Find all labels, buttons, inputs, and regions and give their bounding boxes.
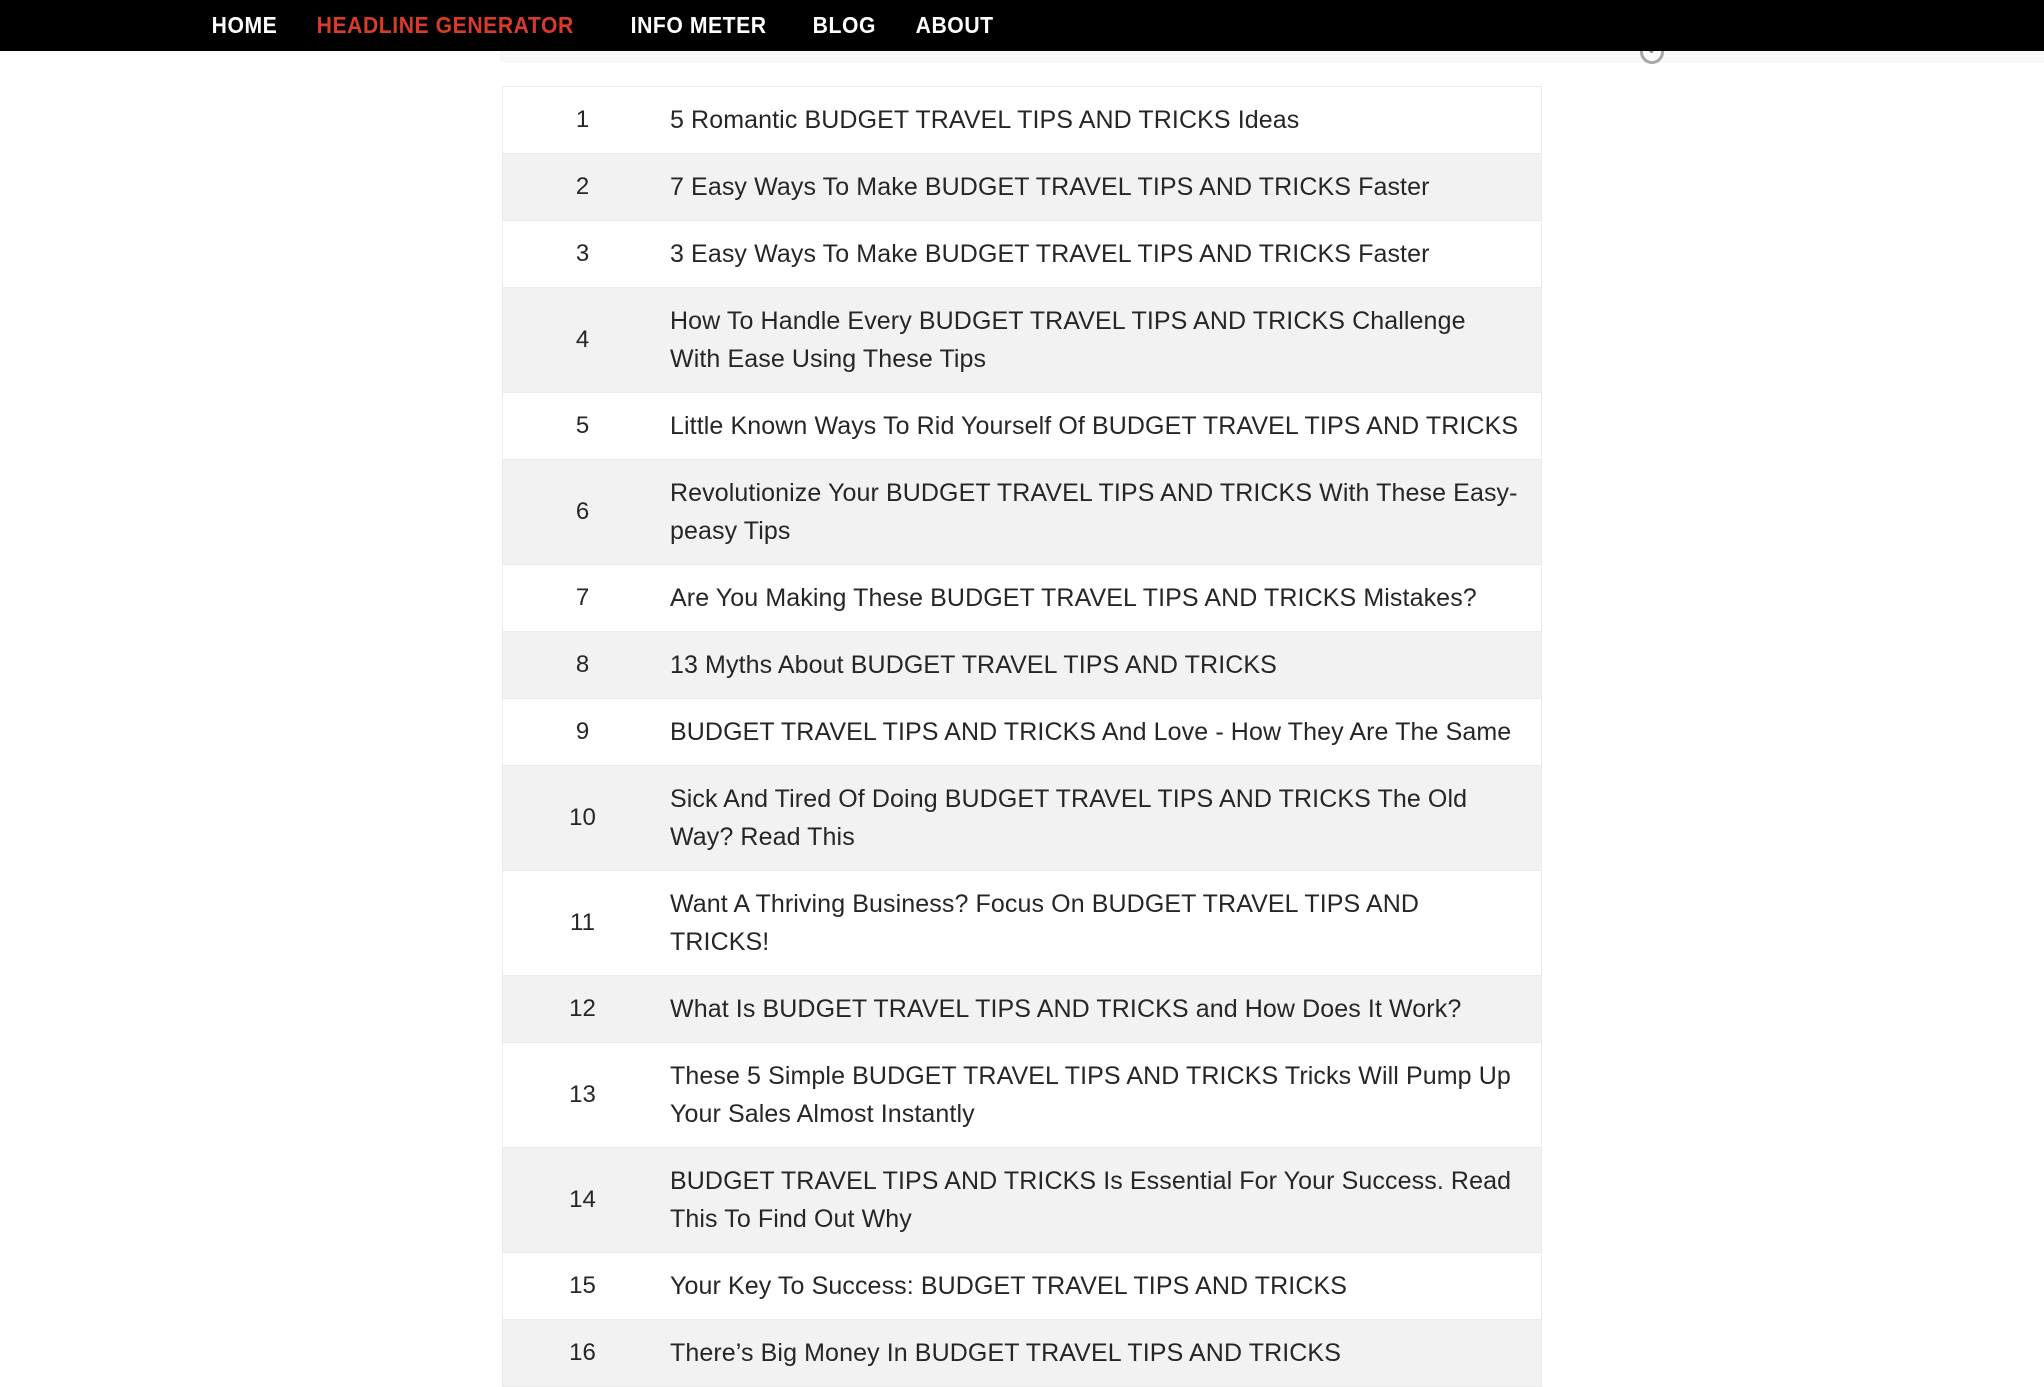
nav-list-item: ABOUT — [900, 0, 1019, 51]
headline-text[interactable]: BUDGET TRAVEL TIPS AND TRICKS Is Essenti… — [662, 1148, 1541, 1252]
headline-text[interactable]: These 5 Simple BUDGET TRAVEL TIPS AND TR… — [662, 1043, 1541, 1147]
nav-list: HOME HEADLINE GENERATOR INFO METER BLOG ABOU… — [196, 0, 1018, 51]
row-index: 1 — [575, 106, 590, 133]
headline-text[interactable]: There’s Big Money In BUDGET TRAVEL TIPS … — [662, 1320, 1541, 1386]
table-row[interactable]: 14 BUDGET TRAVEL TIPS AND TRICKS Is Essen… — [503, 1148, 1541, 1253]
table-row[interactable]: 9 BUDGET TRAVEL TIPS AND TRICKS And Love … — [503, 699, 1541, 766]
table-row[interactable]: 3 3 Easy Ways To Make BUDGET TRAVEL TIPS … — [503, 221, 1541, 288]
table-row[interactable]: 5 Little Known Ways To Rid Yourself Of BU… — [503, 393, 1541, 460]
nav-item-home[interactable]: HOME — [196, 0, 293, 51]
headline-results-table: 1 5 Romantic BUDGET TRAVEL TIPS AND TRICK… — [502, 86, 1542, 1387]
nav-list-item: BLOG — [797, 0, 900, 51]
headline-text[interactable]: Sick And Tired Of Doing BUDGET TRAVEL TI… — [662, 766, 1541, 870]
table-row[interactable]: 10 Sick And Tired Of Doing BUDGET TRAVEL … — [503, 766, 1541, 871]
table-row[interactable]: 8 13 Myths About BUDGET TRAVEL TIPS AND T… — [503, 632, 1541, 699]
nav-list-item: HEADLINE GENERATOR — [301, 0, 615, 51]
table-row[interactable]: 7 Are You Making These BUDGET TRAVEL TIPS… — [503, 565, 1541, 632]
table-row[interactable]: 13 These 5 Simple BUDGET TRAVEL TIPS AND … — [503, 1043, 1541, 1148]
table-row[interactable]: 15 Your Key To Success: BUDGET TRAVEL TIP… — [503, 1253, 1541, 1320]
nav-item-info-meter[interactable]: INFO METER — [615, 0, 782, 51]
table-row[interactable]: 1 5 Romantic BUDGET TRAVEL TIPS AND TRICK… — [503, 87, 1541, 154]
row-index: 4 — [575, 326, 590, 353]
row-index: 10 — [569, 804, 596, 831]
table-row[interactable]: 4 How To Handle Every BUDGET TRAVEL TIPS … — [503, 288, 1541, 393]
row-index: 2 — [575, 173, 590, 200]
headline-text[interactable]: BUDGET TRAVEL TIPS AND TRICKS And Love -… — [662, 699, 1541, 765]
table-row[interactable]: 2 7 Easy Ways To Make BUDGET TRAVEL TIPS … — [503, 154, 1541, 221]
headline-text[interactable]: 7 Easy Ways To Make BUDGET TRAVEL TIPS A… — [662, 154, 1541, 220]
nav-list-item: INFO METER — [615, 0, 797, 51]
row-index: 12 — [569, 995, 596, 1022]
headline-text[interactable]: Little Known Ways To Rid Yourself Of BUD… — [662, 393, 1541, 459]
headline-text[interactable]: What Is BUDGET TRAVEL TIPS AND TRICKS an… — [662, 976, 1541, 1042]
row-index: 16 — [569, 1339, 596, 1366]
nav-item-about[interactable]: ABOUT — [900, 0, 1009, 51]
headline-text[interactable]: Your Key To Success: BUDGET TRAVEL TIPS … — [662, 1253, 1541, 1319]
table-row[interactable]: 11 Want A Thriving Business? Focus On BUD… — [503, 871, 1541, 976]
headline-text[interactable]: Want A Thriving Business? Focus On BUDGE… — [662, 871, 1541, 975]
row-index: 6 — [575, 498, 590, 525]
row-index: 11 — [570, 909, 595, 936]
headline-text[interactable]: 13 Myths About BUDGET TRAVEL TIPS AND TR… — [662, 632, 1541, 698]
headline-text[interactable]: How To Handle Every BUDGET TRAVEL TIPS A… — [662, 288, 1541, 392]
headline-text[interactable]: Are You Making These BUDGET TRAVEL TIPS … — [662, 565, 1541, 631]
nav-item-headline-generator[interactable]: HEADLINE GENERATOR — [301, 0, 590, 51]
top-navigation-bar: HOME HEADLINE GENERATOR INFO METER BLOG ABOU… — [0, 0, 2044, 51]
content-container-edge — [500, 51, 2044, 63]
row-index: 9 — [575, 718, 590, 745]
row-index: 14 — [569, 1186, 596, 1213]
headline-text[interactable]: 5 Romantic BUDGET TRAVEL TIPS AND TRICKS… — [662, 87, 1541, 153]
row-index: 8 — [575, 651, 590, 678]
row-index: 15 — [569, 1272, 596, 1299]
table-row[interactable]: 16 There’s Big Money In BUDGET TRAVEL TIP… — [503, 1320, 1541, 1387]
table-row[interactable]: 6 Revolutionize Your BUDGET TRAVEL TIPS A… — [503, 460, 1541, 565]
row-index: 3 — [575, 240, 590, 267]
nav-item-blog[interactable]: BLOG — [797, 0, 892, 51]
headline-text[interactable]: Revolutionize Your BUDGET TRAVEL TIPS AN… — [662, 460, 1541, 564]
headline-text[interactable]: 3 Easy Ways To Make BUDGET TRAVEL TIPS A… — [662, 221, 1541, 287]
row-index: 13 — [569, 1081, 596, 1108]
row-index: 7 — [575, 584, 590, 611]
nav-list-item: HOME — [196, 0, 301, 51]
table-row[interactable]: 12 What Is BUDGET TRAVEL TIPS AND TRICKS … — [503, 976, 1541, 1043]
row-index: 5 — [575, 412, 590, 439]
